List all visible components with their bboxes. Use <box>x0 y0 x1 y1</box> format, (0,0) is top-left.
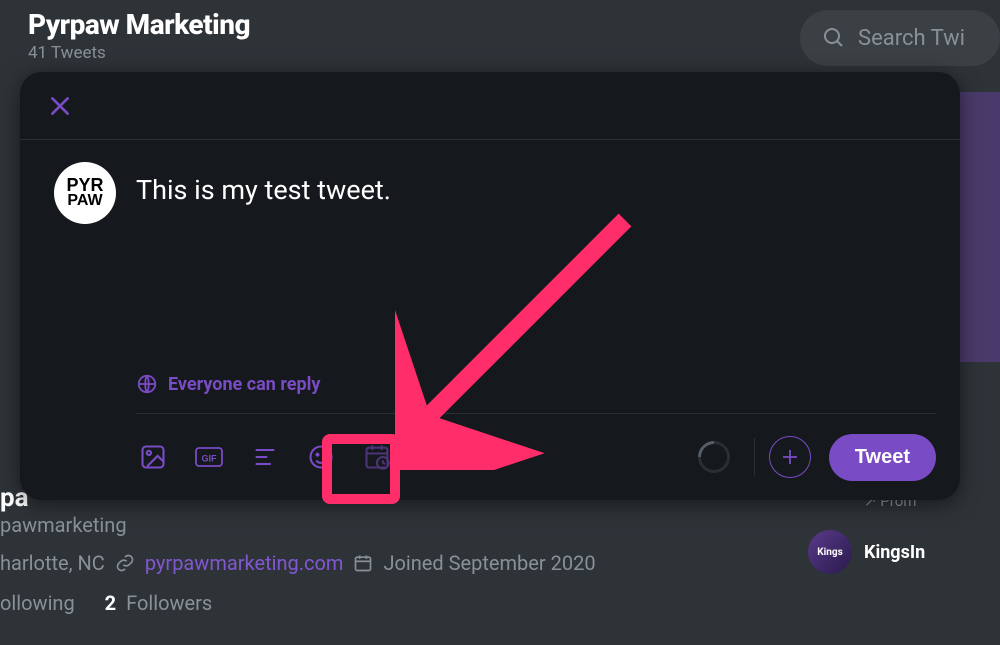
tweet-button[interactable]: Tweet <box>829 434 936 481</box>
divider <box>754 438 755 476</box>
emoji-icon <box>307 443 335 471</box>
add-media-button[interactable] <box>138 442 168 472</box>
character-count-ring <box>691 434 736 479</box>
compose-tweet-modal: PYRPAW This is my test tweet. Everyone c… <box>20 72 960 500</box>
joined-date: Joined September 2020 <box>383 551 595 575</box>
search-icon <box>822 26 846 50</box>
poll-icon <box>251 443 279 471</box>
profile-info: pa pawmarketing harlotte, NC pyrpawmarke… <box>0 483 596 615</box>
following-label[interactable]: ollowing <box>0 591 75 615</box>
schedule-tweet-button[interactable] <box>362 442 392 472</box>
add-gif-button[interactable]: GIF <box>194 442 224 472</box>
svg-text:GIF: GIF <box>202 454 218 464</box>
search-placeholder: Search Twi <box>858 26 965 51</box>
avatar: Kings <box>808 530 852 574</box>
profile-handle: pawmarketing <box>0 513 596 537</box>
profile-website-link[interactable]: pyrpawmarketing.com <box>145 551 344 575</box>
tweet-text-input[interactable]: This is my test tweet. <box>136 174 936 206</box>
followers-count[interactable]: 2 <box>105 591 116 615</box>
follow-suggestion[interactable]: Kings KingsIn <box>808 530 1000 574</box>
close-button[interactable] <box>46 92 74 120</box>
link-icon <box>115 553 135 573</box>
followers-label[interactable]: Followers <box>126 591 212 615</box>
reply-settings-label: Everyone can reply <box>168 374 320 395</box>
user-avatar[interactable]: PYRPAW <box>54 162 116 224</box>
calendar-icon <box>353 553 373 573</box>
add-poll-button[interactable] <box>250 442 280 472</box>
media-icon <box>139 443 167 471</box>
add-emoji-button[interactable] <box>306 442 336 472</box>
suggestion-name: KingsIn <box>864 542 925 563</box>
search-input[interactable]: Search Twi <box>800 10 1000 66</box>
schedule-icon <box>363 443 391 471</box>
add-thread-button[interactable] <box>769 436 811 478</box>
location-text: harlotte, NC <box>0 551 105 575</box>
gif-icon: GIF <box>194 443 224 471</box>
globe-icon <box>136 373 158 395</box>
reply-settings-button[interactable]: Everyone can reply <box>136 373 936 414</box>
plus-icon <box>778 445 802 469</box>
close-icon <box>47 93 73 119</box>
